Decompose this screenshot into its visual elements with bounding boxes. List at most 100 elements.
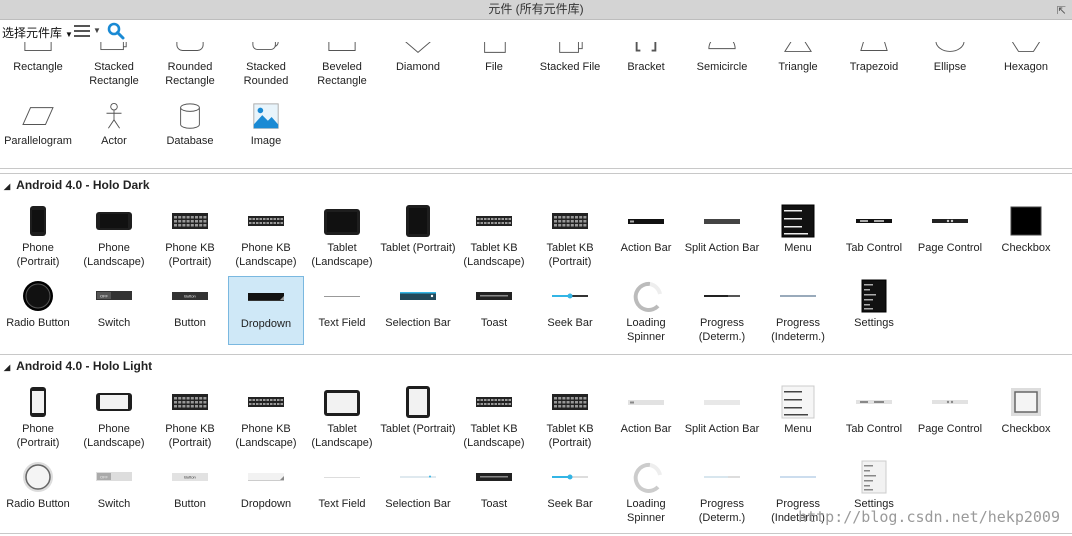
widget-tablet-kb-portrait[interactable]: Tablet KB (Portrait) bbox=[532, 382, 608, 451]
widget-checkbox[interactable]: Checkbox bbox=[988, 201, 1064, 270]
widget-radio-button[interactable]: Radio Button bbox=[0, 276, 76, 345]
widget-progress-determ[interactable]: Progress (Determ.) bbox=[684, 457, 760, 526]
progress-icon bbox=[684, 276, 760, 316]
widget-page-control[interactable]: Page Control bbox=[912, 382, 988, 451]
beveled-rectangle-icon bbox=[304, 42, 380, 60]
collapse-icon[interactable]: ⇱ bbox=[1057, 2, 1066, 21]
widget-tablet-kb-landscape[interactable]: Tablet KB (Landscape) bbox=[456, 382, 532, 451]
section-header-holo-dark[interactable]: ◢ Android 4.0 - Holo Dark bbox=[0, 173, 1072, 195]
widget-switch[interactable]: OFF Switch bbox=[76, 457, 152, 526]
widget-label: Switch bbox=[97, 317, 131, 329]
widget-label: File bbox=[485, 61, 503, 73]
keyboard-icon bbox=[152, 382, 228, 422]
widget-label: Switch bbox=[97, 498, 131, 510]
widget-settings[interactable]: Settings bbox=[836, 276, 912, 345]
widget-progress-indeterm[interactable]: Progress (Indeterm.) bbox=[760, 276, 836, 345]
widget-seek-bar[interactable]: Seek Bar bbox=[532, 276, 608, 345]
widget-label: Toast bbox=[480, 498, 508, 510]
widget-parallelogram[interactable]: Parallelogram bbox=[0, 100, 76, 168]
widget-image[interactable]: Image bbox=[228, 100, 304, 168]
widget-phone-kb-portrait[interactable]: Phone KB (Portrait) bbox=[152, 201, 228, 270]
widget-database[interactable]: Database bbox=[152, 100, 228, 168]
widget-phone-portrait[interactable]: Phone (Portrait) bbox=[0, 382, 76, 451]
widget-loading-spinner[interactable]: Loading Spinner bbox=[608, 457, 684, 526]
widget-text-field[interactable]: Text Field bbox=[304, 457, 380, 526]
widget-phone-landscape[interactable]: Phone (Landscape) bbox=[76, 201, 152, 270]
widget-loading-spinner[interactable]: Loading Spinner bbox=[608, 276, 684, 345]
widget-label: Semicircle bbox=[696, 61, 748, 73]
widget-phone-kb-portrait[interactable]: Phone KB (Portrait) bbox=[152, 382, 228, 451]
hamburger-icon bbox=[74, 25, 90, 37]
widget-seek-bar[interactable]: Seek Bar bbox=[532, 457, 608, 526]
widget-bracket[interactable]: Bracket bbox=[608, 42, 684, 94]
widget-rounded-rectangle[interactable]: Rounded Rectangle bbox=[152, 42, 228, 94]
library-select[interactable]: 选择元件库 ▼ bbox=[2, 24, 73, 41]
widget-label: Tablet KB (Portrait) bbox=[546, 423, 594, 449]
menu-icon bbox=[760, 382, 836, 422]
widget-label: Checkbox bbox=[1001, 423, 1051, 435]
widget-tablet-landscape[interactable]: Tablet (Landscape) bbox=[304, 201, 380, 270]
widget-phone-landscape[interactable]: Phone (Landscape) bbox=[76, 382, 152, 451]
widget-tab-control[interactable]: Tab Control bbox=[836, 201, 912, 270]
widget-page-control[interactable]: Page Control bbox=[912, 201, 988, 270]
widget-checkbox[interactable]: Checkbox bbox=[988, 382, 1064, 451]
widget-semicircle[interactable]: Semicircle bbox=[684, 42, 760, 94]
widget-switch[interactable]: OFF Switch bbox=[76, 276, 152, 345]
widget-menu[interactable]: Menu bbox=[760, 382, 836, 451]
widget-selection-bar[interactable]: Selection Bar bbox=[380, 276, 456, 345]
widget-tab-control[interactable]: Tab Control bbox=[836, 382, 912, 451]
widget-stacked-rounded[interactable]: Stacked Rounded bbox=[228, 42, 304, 94]
dropdown-icon bbox=[229, 277, 303, 317]
svg-text:Button: Button bbox=[184, 294, 196, 299]
widget-trapezoid[interactable]: Trapezoid bbox=[836, 42, 912, 94]
widget-button[interactable]: Button Button bbox=[152, 276, 228, 345]
section-title: Android 4.0 - Holo Light bbox=[16, 359, 153, 373]
widget-selection-bar[interactable]: Selection Bar bbox=[380, 457, 456, 526]
widget-file[interactable]: File bbox=[456, 42, 532, 94]
widget-stacked-file[interactable]: Stacked File bbox=[532, 42, 608, 94]
widget-beveled-rectangle[interactable]: Beveled Rectangle bbox=[304, 42, 380, 94]
widget-hexagon[interactable]: Hexagon bbox=[988, 42, 1064, 94]
widget-text-field[interactable]: Text Field bbox=[304, 276, 380, 345]
widget-phone-kb-landscape[interactable]: Phone KB (Landscape) bbox=[228, 201, 304, 270]
widget-ellipse[interactable]: Ellipse bbox=[912, 42, 988, 94]
widget-split-action-bar[interactable]: Split Action Bar bbox=[684, 201, 760, 270]
widget-triangle[interactable]: Triangle bbox=[760, 42, 836, 94]
widget-progress-determ[interactable]: Progress (Determ.) bbox=[684, 276, 760, 345]
widget-label: Beveled Rectangle bbox=[317, 61, 367, 87]
keyboard-icon bbox=[532, 382, 608, 422]
widget-toast[interactable]: Toast bbox=[456, 457, 532, 526]
widget-dropdown[interactable]: Dropdown bbox=[228, 457, 304, 526]
search-icon[interactable] bbox=[107, 22, 125, 40]
widget-rectangle[interactable]: Rectangle bbox=[0, 42, 76, 94]
window-title-bar: 元件 (所有元件库) ⇱ bbox=[0, 0, 1072, 20]
widget-phone-portrait[interactable]: Phone (Portrait) bbox=[0, 201, 76, 270]
widget-label: Dropdown bbox=[240, 318, 292, 330]
widget-tablet-kb-portrait[interactable]: Tablet KB (Portrait) bbox=[532, 201, 608, 270]
svg-text:Button: Button bbox=[184, 475, 196, 480]
widget-tablet-portrait[interactable]: Tablet (Portrait) bbox=[380, 201, 456, 270]
menu-button[interactable]: ▼ bbox=[74, 24, 102, 40]
seek-bar-icon bbox=[532, 457, 608, 497]
widget-tablet-kb-landscape[interactable]: Tablet KB (Landscape) bbox=[456, 201, 532, 270]
widget-tablet-landscape[interactable]: Tablet (Landscape) bbox=[304, 382, 380, 451]
widget-action-bar[interactable]: Action Bar bbox=[608, 201, 684, 270]
widget-dropdown[interactable]: Dropdown bbox=[228, 276, 304, 345]
widget-label: Actor bbox=[101, 135, 127, 147]
widget-diamond[interactable]: Diamond bbox=[380, 42, 456, 94]
widget-tablet-portrait[interactable]: Tablet (Portrait) bbox=[380, 382, 456, 451]
settings-icon bbox=[836, 276, 912, 316]
widget-phone-kb-landscape[interactable]: Phone KB (Landscape) bbox=[228, 382, 304, 451]
widget-toast[interactable]: Toast bbox=[456, 276, 532, 345]
widget-actor[interactable]: Actor bbox=[76, 100, 152, 168]
widget-split-action-bar[interactable]: Split Action Bar bbox=[684, 382, 760, 451]
radio-icon bbox=[0, 457, 76, 497]
widget-menu[interactable]: Menu bbox=[760, 201, 836, 270]
widget-button[interactable]: Button Button bbox=[152, 457, 228, 526]
collapse-triangle-icon: ◢ bbox=[4, 363, 11, 372]
widget-stacked-rectangle[interactable]: Stacked Rectangle bbox=[76, 42, 152, 94]
section-header-holo-light[interactable]: ◢ Android 4.0 - Holo Light bbox=[0, 354, 1072, 376]
widget-radio-button[interactable]: Radio Button bbox=[0, 457, 76, 526]
widget-action-bar[interactable]: Action Bar bbox=[608, 382, 684, 451]
widget-label: Button bbox=[174, 317, 206, 329]
